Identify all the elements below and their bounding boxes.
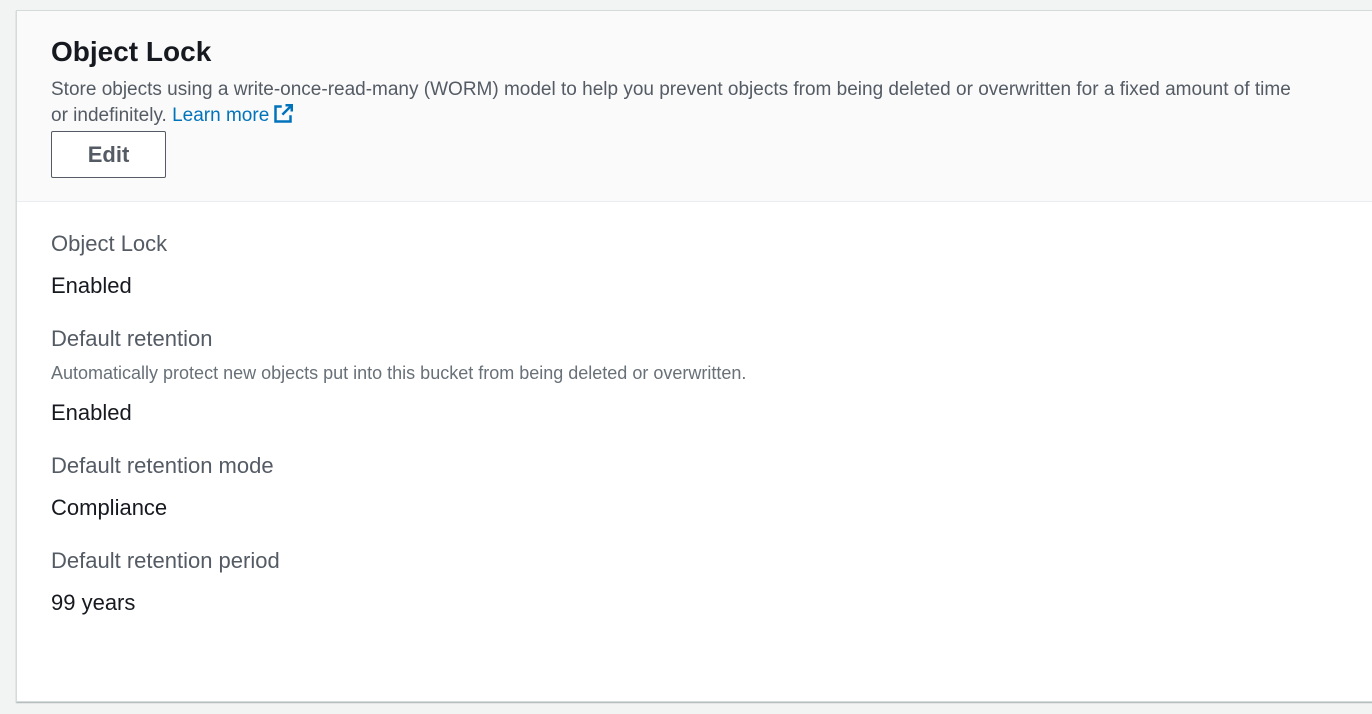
retention-mode-key: Default retention mode (51, 453, 274, 478)
object-lock-property: Object Lock Enabled (51, 230, 1347, 300)
retention-period-value: 99 years (51, 590, 136, 615)
object-lock-value: Enabled (51, 273, 132, 298)
retention-period-property: Default retention period 99 years (51, 547, 1347, 617)
edit-button[interactable]: Edit (51, 131, 166, 178)
object-lock-key: Object Lock (51, 231, 168, 256)
panel-header: Object Lock Store objects using a write-… (17, 11, 1372, 202)
retention-period-key: Default retention period (51, 548, 280, 573)
learn-more-label: Learn more (172, 105, 270, 126)
panel-description: Store objects using a write-once-read-ma… (51, 77, 1301, 129)
external-link-icon (274, 104, 294, 123)
retention-mode-value: Compliance (51, 495, 168, 520)
default-retention-value: Enabled (51, 400, 132, 425)
learn-more-link[interactable]: Learn more (172, 104, 294, 126)
default-retention-property: Default retention Automatically protect … (51, 325, 1347, 427)
object-lock-panel: Object Lock Store objects using a write-… (16, 10, 1372, 702)
retention-mode-property: Default retention mode Compliance (51, 452, 1347, 522)
panel-title: Object Lock (51, 36, 212, 67)
default-retention-description: Automatically protect new objects put in… (51, 363, 747, 383)
default-retention-key: Default retention (51, 326, 213, 351)
panel-body: Object Lock Enabled Default retention Au… (17, 202, 1372, 617)
